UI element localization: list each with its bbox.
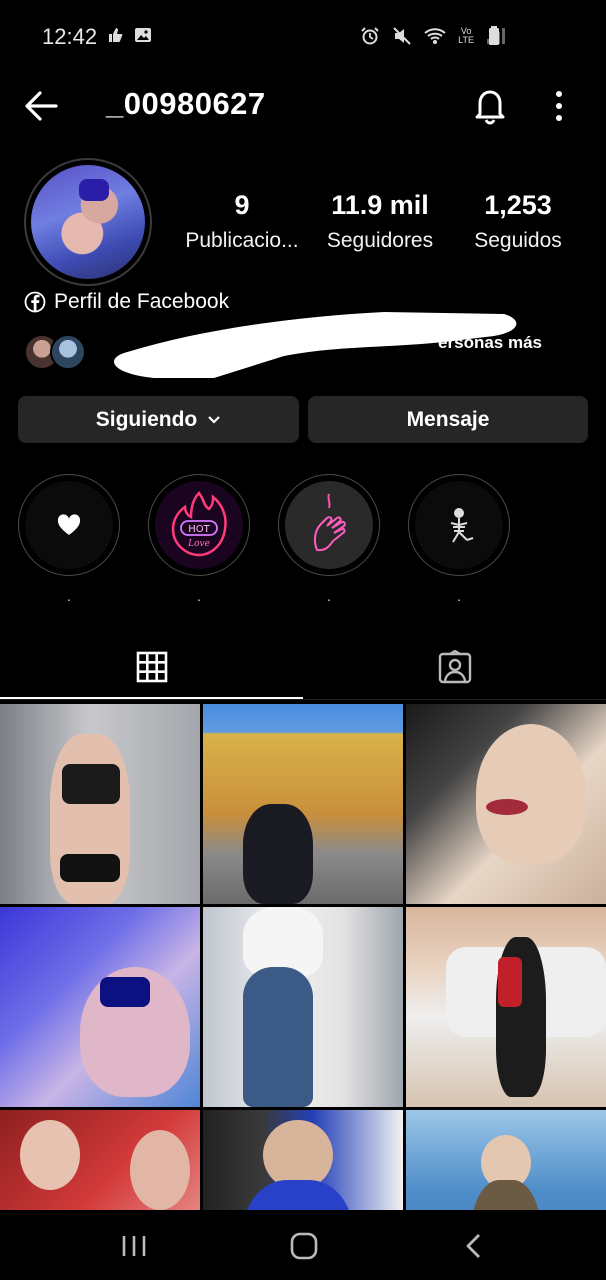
arrow-left-icon[interactable] xyxy=(22,88,62,124)
profile-header: _00980627 xyxy=(0,76,606,136)
recent-apps-button[interactable] xyxy=(114,1230,154,1262)
mutual-avatar xyxy=(50,334,86,370)
chevron-left-icon xyxy=(466,1234,480,1258)
following-button[interactable]: Siguiendo xyxy=(18,396,299,443)
message-button-label: Mensaje xyxy=(406,407,490,431)
wifi-icon xyxy=(424,28,446,44)
highlight-2[interactable]: HOT Love xyxy=(148,474,250,576)
mute-icon xyxy=(393,27,411,45)
tab-grid[interactable] xyxy=(0,636,303,698)
highlight-1-label: . xyxy=(67,588,71,604)
home-button[interactable] xyxy=(284,1230,324,1262)
stat-followers-value: 11.9 mil xyxy=(331,190,429,220)
stat-following[interactable]: 1,253 Seguidos xyxy=(464,190,572,253)
post-thumbnail[interactable] xyxy=(406,907,606,1107)
posts-grid xyxy=(0,704,606,1210)
svg-text:Love: Love xyxy=(187,539,210,549)
following-button-label: Siguiendo xyxy=(95,407,198,431)
status-time: 12:42 xyxy=(42,24,98,49)
skeleton-icon xyxy=(450,508,474,543)
post-thumbnail[interactable] xyxy=(203,704,403,904)
highlight-4-cover xyxy=(415,481,503,569)
post-thumbnail[interactable] xyxy=(0,1110,200,1210)
notification-thumb-icon xyxy=(109,28,123,42)
highlight-1-cover xyxy=(25,481,113,569)
tab-tagged[interactable] xyxy=(303,636,606,698)
tagged-person-icon xyxy=(438,650,471,684)
heart-icon xyxy=(57,514,81,535)
stat-followers-label: Seguidores xyxy=(326,229,434,252)
highlight-4-label: . xyxy=(457,588,461,604)
battery-icon xyxy=(489,26,499,45)
chevron-down-icon xyxy=(208,415,221,424)
stat-posts[interactable]: 9 Publicacio... xyxy=(182,190,302,253)
highlight-3-cover xyxy=(285,481,373,569)
system-back-button[interactable] xyxy=(454,1230,494,1262)
gallery-notification-icon xyxy=(135,28,151,42)
more-vertical-icon[interactable] xyxy=(546,88,572,124)
post-thumbnail[interactable] xyxy=(203,1110,403,1210)
redaction-scribble xyxy=(114,312,517,378)
post-thumbnail[interactable] xyxy=(0,704,200,904)
facebook-icon xyxy=(24,291,46,313)
system-navigation-bar xyxy=(0,1210,606,1280)
status-bar: 12:42 Vo LTE xyxy=(0,0,606,76)
neon-hand-icon xyxy=(313,493,346,552)
stat-following-label: Seguidos xyxy=(474,229,562,252)
hot-love-neon-icon: HOT Love xyxy=(171,491,227,557)
post-thumbnail[interactable] xyxy=(406,1110,606,1210)
post-thumbnail[interactable] xyxy=(203,907,403,1107)
tab-divider xyxy=(0,699,606,700)
profile-username: _00980627 xyxy=(106,86,266,121)
highlight-2-cover: HOT Love xyxy=(155,481,243,569)
highlight-3-label: . xyxy=(327,588,331,604)
post-thumbnail[interactable] xyxy=(0,907,200,1107)
volte-label: Vo LTE xyxy=(458,26,474,45)
stat-following-value: 1,253 xyxy=(484,190,552,220)
highlight-2-label: . xyxy=(197,588,201,604)
highlight-3[interactable] xyxy=(278,474,380,576)
alarm-icon xyxy=(361,27,379,45)
stat-posts-label: Publicacio... xyxy=(185,229,299,252)
highlight-1[interactable] xyxy=(18,474,120,576)
stat-followers[interactable]: 11.9 mil Seguidores xyxy=(318,190,442,253)
highlight-4[interactable] xyxy=(408,474,510,576)
status-icons: Vo LTE xyxy=(360,26,506,46)
svg-text:HOT: HOT xyxy=(188,524,210,535)
avatar[interactable] xyxy=(31,165,145,279)
stat-posts-value: 9 xyxy=(234,190,250,220)
recent-apps-icon xyxy=(122,1236,146,1256)
grid-icon xyxy=(136,651,167,683)
message-button[interactable]: Mensaje xyxy=(308,396,588,443)
bell-icon[interactable] xyxy=(470,84,510,126)
post-thumbnail[interactable] xyxy=(406,704,606,904)
mutual-followers[interactable]: ersonas más sig cuenta xyxy=(24,312,584,378)
home-icon xyxy=(290,1232,318,1260)
